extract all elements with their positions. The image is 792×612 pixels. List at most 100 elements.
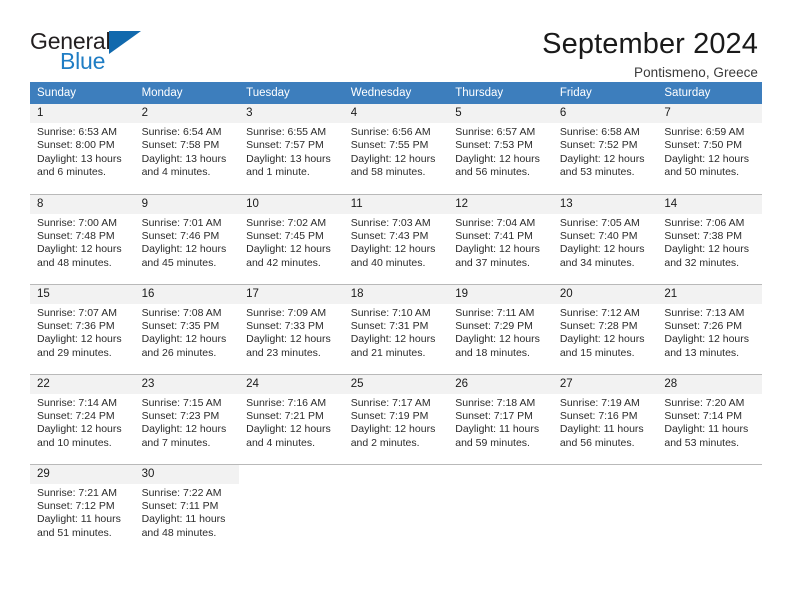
daylight-text-line1: Daylight: 11 hours bbox=[455, 423, 540, 436]
day-cell[interactable]: 30 Sunrise: 7:22 AM Sunset: 7:11 PM Dayl… bbox=[134, 463, 240, 554]
day-cell[interactable]: 18 Sunrise: 7:10 AM Sunset: 7:31 PM Dayl… bbox=[343, 283, 449, 374]
daylight-text-line1: Daylight: 12 hours bbox=[246, 333, 331, 346]
sunrise-text: Sunrise: 7:18 AM bbox=[455, 396, 536, 409]
day-cell[interactable]: 4 Sunrise: 6:56 AM Sunset: 7:55 PM Dayli… bbox=[343, 104, 449, 194]
sunset-text: Sunset: 7:21 PM bbox=[246, 409, 324, 422]
day-number: 19 bbox=[448, 284, 553, 304]
week-row: 29 Sunrise: 7:21 AM Sunset: 7:12 PM Dayl… bbox=[30, 463, 762, 554]
day-cell[interactable]: 9 Sunrise: 7:01 AM Sunset: 7:46 PM Dayli… bbox=[134, 193, 240, 284]
weekday-header-saturday: Saturday bbox=[657, 82, 762, 104]
sunset-text: Sunset: 7:24 PM bbox=[37, 409, 115, 422]
day-cell[interactable]: 23 Sunrise: 7:15 AM Sunset: 7:23 PM Dayl… bbox=[134, 373, 240, 464]
day-cell[interactable]: 13 Sunrise: 7:05 AM Sunset: 7:40 PM Dayl… bbox=[552, 193, 658, 284]
sunset-text: Sunset: 7:26 PM bbox=[664, 319, 743, 332]
day-cell[interactable]: 22 Sunrise: 7:14 AM Sunset: 7:24 PM Dayl… bbox=[30, 373, 135, 464]
triangle-icon bbox=[109, 31, 141, 54]
day-cell[interactable]: 5 Sunrise: 6:57 AM Sunset: 7:53 PM Dayli… bbox=[448, 104, 553, 194]
day-number: 10 bbox=[239, 194, 344, 214]
daylight-text-line2: and 13 minutes. bbox=[664, 346, 740, 359]
day-cell[interactable]: 1 Sunrise: 6:53 AM Sunset: 8:00 PM Dayli… bbox=[30, 104, 135, 194]
day-cell[interactable]: 11 Sunrise: 7:03 AM Sunset: 7:43 PM Dayl… bbox=[343, 193, 449, 284]
sunrise-text: Sunrise: 7:06 AM bbox=[664, 216, 745, 229]
daylight-text-line2: and 26 minutes. bbox=[141, 346, 217, 359]
day-number: 17 bbox=[239, 284, 344, 304]
daylight-text-line1: Daylight: 11 hours bbox=[37, 513, 121, 526]
day-cell[interactable]: 10 Sunrise: 7:02 AM Sunset: 7:45 PM Dayl… bbox=[239, 193, 344, 284]
day-details: Sunrise: 6:57 AM Sunset: 7:53 PM Dayligh… bbox=[448, 123, 553, 180]
day-number bbox=[239, 464, 344, 484]
weekday-header-thursday: Thursday bbox=[448, 82, 553, 104]
daylight-text-line2: and 4 minutes. bbox=[246, 436, 316, 449]
daylight-text-line1: Daylight: 12 hours bbox=[350, 152, 436, 165]
day-number: 28 bbox=[657, 374, 762, 394]
day-cell[interactable]: 14 Sunrise: 7:06 AM Sunset: 7:38 PM Dayl… bbox=[657, 193, 762, 284]
sunrise-text: Sunrise: 7:21 AM bbox=[37, 486, 117, 499]
day-cell[interactable]: 6 Sunrise: 6:58 AM Sunset: 7:52 PM Dayli… bbox=[552, 104, 658, 194]
day-details: Sunrise: 7:02 AM Sunset: 7:45 PM Dayligh… bbox=[239, 214, 344, 271]
day-cell[interactable]: 16 Sunrise: 7:08 AM Sunset: 7:35 PM Dayl… bbox=[134, 283, 240, 374]
sunrise-text: Sunrise: 6:59 AM bbox=[664, 126, 745, 138]
sunrise-text: Sunrise: 7:12 AM bbox=[559, 306, 640, 319]
day-cell[interactable]: 8 Sunrise: 7:00 AM Sunset: 7:48 PM Dayli… bbox=[30, 193, 135, 284]
day-cell[interactable]: 12 Sunrise: 7:04 AM Sunset: 7:41 PM Dayl… bbox=[448, 193, 553, 284]
sunrise-text: Sunrise: 6:56 AM bbox=[350, 126, 431, 138]
daylight-text-line1: Daylight: 12 hours bbox=[455, 243, 540, 256]
day-cell[interactable]: 26 Sunrise: 7:18 AM Sunset: 7:17 PM Dayl… bbox=[448, 373, 553, 464]
daylight-text-line1: Daylight: 12 hours bbox=[141, 243, 227, 256]
sunrise-text: Sunrise: 7:11 AM bbox=[455, 306, 535, 319]
daylight-text-line2: and 21 minutes. bbox=[350, 346, 426, 359]
day-cell[interactable]: 19 Sunrise: 7:11 AM Sunset: 7:29 PM Dayl… bbox=[448, 283, 553, 374]
day-number: 9 bbox=[134, 194, 240, 214]
day-details: Sunrise: 7:21 AM Sunset: 7:12 PM Dayligh… bbox=[30, 484, 135, 541]
generalblue-logo[interactable]: General Blue bbox=[30, 26, 180, 78]
sunrise-text: Sunrise: 7:22 AM bbox=[141, 486, 222, 499]
day-cell[interactable]: 24 Sunrise: 7:16 AM Sunset: 7:21 PM Dayl… bbox=[239, 373, 344, 464]
day-number: 18 bbox=[343, 284, 449, 304]
day-details: Sunrise: 7:00 AM Sunset: 7:48 PM Dayligh… bbox=[30, 214, 135, 271]
day-cell[interactable]: 27 Sunrise: 7:19 AM Sunset: 7:16 PM Dayl… bbox=[552, 373, 658, 464]
sunset-text: Sunset: 7:19 PM bbox=[350, 409, 429, 422]
day-details: Sunrise: 7:10 AM Sunset: 7:31 PM Dayligh… bbox=[344, 304, 449, 361]
daylight-text-line1: Daylight: 11 hours bbox=[141, 513, 226, 526]
day-details: Sunrise: 6:55 AM Sunset: 7:57 PM Dayligh… bbox=[239, 123, 344, 180]
day-cell[interactable]: 7 Sunrise: 6:59 AM Sunset: 7:50 PM Dayli… bbox=[657, 104, 762, 194]
daylight-text-line2: and 29 minutes. bbox=[37, 346, 112, 359]
daylight-text-line1: Daylight: 12 hours bbox=[350, 243, 436, 256]
daylight-text-line2: and 59 minutes. bbox=[455, 436, 530, 449]
day-number: 21 bbox=[657, 284, 762, 304]
day-cell[interactable]: 20 Sunrise: 7:12 AM Sunset: 7:28 PM Dayl… bbox=[552, 283, 658, 374]
sunrise-text: Sunrise: 7:20 AM bbox=[664, 396, 745, 409]
day-number: 26 bbox=[448, 374, 553, 394]
sunrise-text: Sunrise: 7:19 AM bbox=[559, 396, 640, 409]
sunset-text: Sunset: 7:46 PM bbox=[141, 229, 220, 242]
day-cell[interactable]: 2 Sunrise: 6:54 AM Sunset: 7:58 PM Dayli… bbox=[134, 104, 240, 194]
daylight-text-line1: Daylight: 12 hours bbox=[559, 333, 645, 346]
daylight-text-line2: and 40 minutes. bbox=[350, 256, 426, 269]
daylight-text-line2: and 51 minutes. bbox=[37, 526, 112, 539]
day-cell[interactable]: 15 Sunrise: 7:07 AM Sunset: 7:36 PM Dayl… bbox=[30, 283, 135, 374]
day-number: 1 bbox=[30, 104, 135, 123]
daylight-text-line2: and 50 minutes. bbox=[664, 166, 740, 179]
day-cell[interactable]: 25 Sunrise: 7:17 AM Sunset: 7:19 PM Dayl… bbox=[343, 373, 449, 464]
sunrise-text: Sunrise: 7:16 AM bbox=[246, 396, 327, 409]
daylight-text-line1: Daylight: 11 hours bbox=[664, 423, 749, 436]
day-cell[interactable]: 29 Sunrise: 7:21 AM Sunset: 7:12 PM Dayl… bbox=[30, 463, 135, 554]
day-cell-empty bbox=[343, 463, 449, 554]
day-details: Sunrise: 7:09 AM Sunset: 7:33 PM Dayligh… bbox=[239, 304, 344, 361]
sunrise-text: Sunrise: 7:00 AM bbox=[37, 216, 117, 229]
day-cell[interactable]: 28 Sunrise: 7:20 AM Sunset: 7:14 PM Dayl… bbox=[657, 373, 762, 464]
daylight-text-line1: Daylight: 12 hours bbox=[455, 152, 540, 165]
daylight-text-line2: and 2 minutes. bbox=[350, 436, 420, 449]
day-details: Sunrise: 7:03 AM Sunset: 7:43 PM Dayligh… bbox=[344, 214, 449, 271]
day-number bbox=[448, 464, 553, 484]
day-details: Sunrise: 7:01 AM Sunset: 7:46 PM Dayligh… bbox=[135, 214, 240, 271]
day-details: Sunrise: 7:11 AM Sunset: 7:29 PM Dayligh… bbox=[448, 304, 553, 361]
day-cell[interactable]: 21 Sunrise: 7:13 AM Sunset: 7:26 PM Dayl… bbox=[657, 283, 762, 374]
day-details: Sunrise: 6:53 AM Sunset: 8:00 PM Dayligh… bbox=[30, 123, 135, 180]
daylight-text-line1: Daylight: 11 hours bbox=[559, 423, 644, 436]
day-number: 11 bbox=[343, 194, 449, 214]
day-cell[interactable]: 17 Sunrise: 7:09 AM Sunset: 7:33 PM Dayl… bbox=[239, 283, 344, 374]
day-details: Sunrise: 6:56 AM Sunset: 7:55 PM Dayligh… bbox=[344, 123, 449, 180]
weekday-header-friday: Friday bbox=[552, 82, 658, 104]
day-cell[interactable]: 3 Sunrise: 6:55 AM Sunset: 7:57 PM Dayli… bbox=[239, 104, 344, 194]
